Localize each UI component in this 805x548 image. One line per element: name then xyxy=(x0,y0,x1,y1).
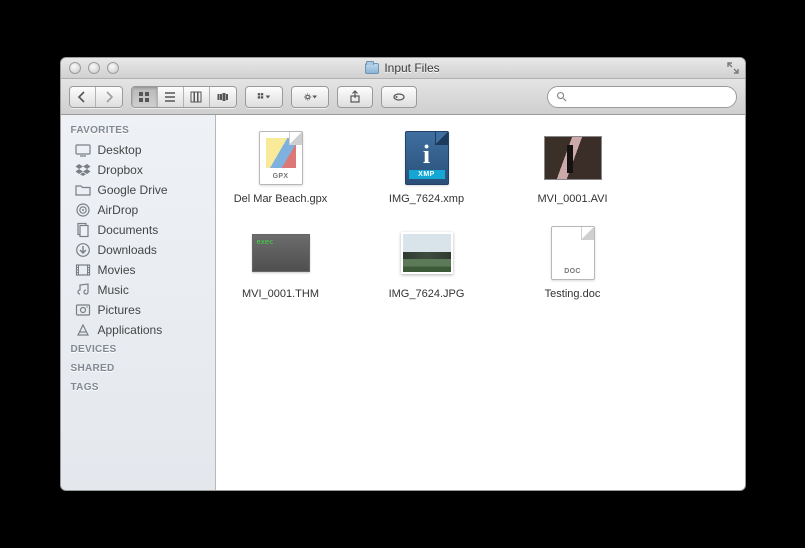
finder-window: Input Files xyxy=(60,57,746,491)
sidebar-item-documents[interactable]: Documents xyxy=(61,220,215,240)
file-item[interactable]: MVI_0001.THM xyxy=(226,224,336,301)
sidebar-item-label: Desktop xyxy=(98,143,142,157)
file-label: MVI_0001.THM xyxy=(242,288,319,301)
column-view-button[interactable] xyxy=(184,87,210,107)
file-item[interactable]: GPX Del Mar Beach.gpx xyxy=(226,129,336,206)
sidebar-item-movies[interactable]: Movies xyxy=(61,260,215,280)
file-item[interactable]: iXMP IMG_7624.xmp xyxy=(372,129,482,206)
sidebar-item-desktop[interactable]: Desktop xyxy=(61,140,215,160)
sidebar-item-label: Movies xyxy=(98,263,136,277)
file-avi-icon xyxy=(544,129,602,187)
airdrop-icon xyxy=(75,202,91,218)
file-doc-icon: DOC xyxy=(544,224,602,282)
documents-icon xyxy=(75,222,91,238)
fullscreen-button[interactable] xyxy=(727,62,739,74)
window-title-text: Input Files xyxy=(384,61,439,75)
nav-buttons xyxy=(69,86,123,108)
share-button[interactable] xyxy=(337,86,373,108)
search-field[interactable] xyxy=(547,86,737,108)
action-button[interactable] xyxy=(292,87,328,107)
sidebar-heading: FAVORITES xyxy=(61,121,215,140)
pictures-icon xyxy=(75,302,91,318)
search-icon xyxy=(556,91,567,102)
file-gpx-icon: GPX xyxy=(252,129,310,187)
file-label: MVI_0001.AVI xyxy=(537,193,607,206)
toolbar xyxy=(61,79,745,115)
titlebar: Input Files xyxy=(61,58,745,79)
sidebar-item-pictures[interactable]: Pictures xyxy=(61,300,215,320)
file-jpg-icon xyxy=(398,224,456,282)
sidebar-item-label: AirDrop xyxy=(98,203,139,217)
list-view-button[interactable] xyxy=(158,87,184,107)
sidebar-heading: TAGS xyxy=(61,378,215,397)
file-label: Testing.doc xyxy=(545,288,601,301)
sidebar-item-downloads[interactable]: Downloads xyxy=(61,240,215,260)
sidebar-item-dropbox[interactable]: Dropbox xyxy=(61,160,215,180)
sidebar-item-airdrop[interactable]: AirDrop xyxy=(61,200,215,220)
view-mode-buttons xyxy=(131,86,237,108)
file-label: IMG_7624.xmp xyxy=(389,193,464,206)
sidebar-item-label: Google Drive xyxy=(98,183,168,197)
action-menu[interactable] xyxy=(291,86,329,108)
arrange-menu[interactable] xyxy=(245,86,283,108)
sidebar-item-music[interactable]: Music xyxy=(61,280,215,300)
window-title: Input Files xyxy=(61,61,745,75)
back-button[interactable] xyxy=(70,87,96,107)
zoom-window-button[interactable] xyxy=(107,62,119,74)
sidebar-heading: SHARED xyxy=(61,359,215,378)
content-area[interactable]: GPX Del Mar Beach.gpx iXMP IMG_7624.xmp MVI_… xyxy=(216,115,745,490)
sidebar-item-label: Music xyxy=(98,283,129,297)
folder-icon xyxy=(75,182,91,198)
sidebar-item-applications[interactable]: Applications xyxy=(61,320,215,340)
sidebar-heading: DEVICES xyxy=(61,340,215,359)
sidebar-item-label: Downloads xyxy=(98,243,157,257)
close-window-button[interactable] xyxy=(69,62,81,74)
movies-icon xyxy=(75,262,91,278)
downloads-icon xyxy=(75,242,91,258)
desktop-icon xyxy=(75,142,91,158)
sidebar-item-label: Applications xyxy=(98,323,163,337)
icon-view-button[interactable] xyxy=(132,87,158,107)
applications-icon xyxy=(75,322,91,338)
forward-button[interactable] xyxy=(96,87,122,107)
file-item[interactable]: IMG_7624.JPG xyxy=(372,224,482,301)
music-icon xyxy=(75,282,91,298)
minimize-window-button[interactable] xyxy=(88,62,100,74)
arrange-button[interactable] xyxy=(246,87,282,107)
sidebar-item-label: Pictures xyxy=(98,303,141,317)
sidebar-item-google-drive[interactable]: Google Drive xyxy=(61,180,215,200)
file-label: IMG_7624.JPG xyxy=(389,288,465,301)
file-item[interactable]: DOC Testing.doc xyxy=(518,224,628,301)
sidebar-item-label: Dropbox xyxy=(98,163,143,177)
file-label: Del Mar Beach.gpx xyxy=(234,193,328,206)
sidebar: FAVORITES Desktop Dropbox Google Drive AirDr… xyxy=(61,115,216,490)
traffic-lights xyxy=(61,62,119,74)
sidebar-item-label: Documents xyxy=(98,223,159,237)
file-xmp-icon: iXMP xyxy=(398,129,456,187)
coverflow-view-button[interactable] xyxy=(210,87,236,107)
file-item[interactable]: MVI_0001.AVI xyxy=(518,129,628,206)
search-input[interactable] xyxy=(572,91,728,103)
file-thm-icon xyxy=(252,224,310,282)
tags-button[interactable] xyxy=(381,86,417,108)
dropbox-icon xyxy=(75,162,91,178)
folder-icon xyxy=(365,63,379,74)
